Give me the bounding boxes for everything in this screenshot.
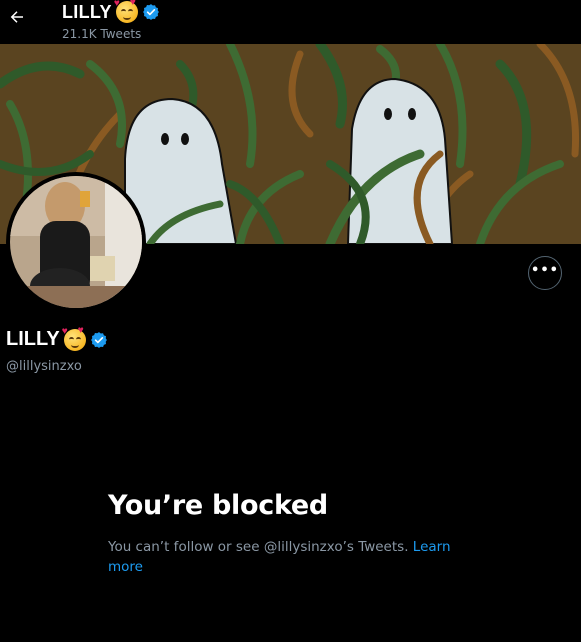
header-title: LILLY ♥ ♥ bbox=[62, 0, 160, 23]
verified-badge-icon bbox=[90, 331, 107, 348]
more-options-button[interactable]: ••• bbox=[528, 256, 562, 290]
profile-display-name: LILLY bbox=[6, 328, 60, 350]
smiling-face-with-hearts-icon: ♥ ♥ bbox=[62, 325, 86, 351]
profile-name: LILLY ♥ ♥ bbox=[6, 325, 108, 351]
avatar-photo bbox=[10, 176, 142, 308]
blocked-message: You can’t follow or see @lillysinzxo’s T… bbox=[108, 537, 468, 577]
verified-badge-icon bbox=[142, 4, 159, 20]
tweet-count: 21.1K Tweets bbox=[62, 27, 142, 41]
profile-avatar[interactable] bbox=[6, 172, 146, 312]
smiling-face-with-hearts-icon: ♥ ♥ bbox=[114, 0, 138, 23]
arrow-left-icon bbox=[10, 11, 23, 23]
blocked-message-text: You can’t follow or see @lillysinzxo’s T… bbox=[108, 539, 409, 555]
blocked-title: You’re blocked bbox=[108, 490, 328, 521]
back-button[interactable] bbox=[6, 6, 28, 28]
header-name: LILLY bbox=[62, 1, 112, 22]
profile-handle: @lillysinzxo bbox=[6, 359, 82, 374]
top-bar: LILLY ♥ ♥ 21.1K Tweets bbox=[0, 0, 581, 44]
more-horizontal-icon: ••• bbox=[531, 262, 559, 278]
